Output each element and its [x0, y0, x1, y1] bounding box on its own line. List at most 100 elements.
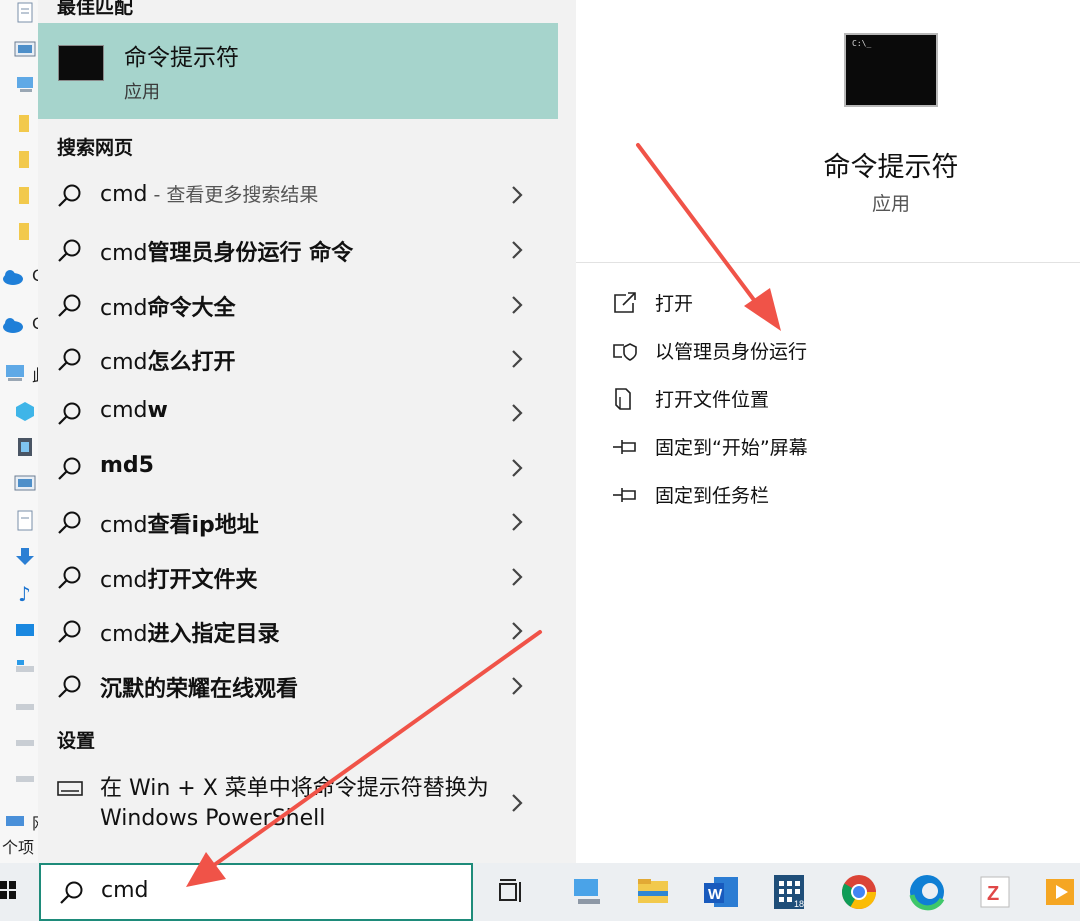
query-suffix: 沉默的荣耀在线观看 — [100, 677, 299, 702]
web-search-item[interactable]: cmd - 查看更多搜索结果 — [38, 168, 576, 222]
drive-icon — [16, 704, 34, 710]
desktop-icon — [16, 624, 34, 636]
search-icon — [58, 239, 81, 262]
task-view-icon[interactable] — [490, 871, 532, 913]
app-z-icon[interactable]: Z — [974, 871, 1016, 913]
web-search-item[interactable]: cmd管理员身份运行 命令 — [38, 223, 576, 277]
pin-icon — [613, 440, 636, 454]
search-icon — [60, 881, 83, 904]
media-player-icon[interactable] — [1040, 871, 1080, 913]
video-icon — [18, 438, 32, 456]
query-prefix: cmd — [100, 513, 148, 538]
download-icon — [16, 548, 34, 565]
start-windows-icon[interactable] — [0, 875, 16, 907]
web-search-label: md5 — [100, 453, 154, 478]
search-icon — [58, 457, 81, 480]
web-search-label: cmdw — [100, 398, 168, 423]
search-results-panel: 最佳匹配 命令提示符 应用 搜索网页 cmd - 查看更多搜索结果 cmd管理员身… — [38, 0, 576, 863]
svg-text:♪: ♪ — [18, 582, 31, 604]
query-suffix: w — [147, 398, 168, 423]
keyboard-settings-icon — [57, 781, 83, 796]
shield-icon — [613, 343, 637, 361]
query-suffix: 查看ip地址 — [147, 513, 259, 538]
chevron-right-icon[interactable] — [508, 511, 526, 533]
query-prefix: cmd — [100, 622, 148, 647]
chevron-right-icon[interactable] — [508, 620, 526, 642]
settings-header: 设置 — [57, 730, 96, 752]
query-suffix: 进入指定目录 — [147, 622, 280, 647]
3d-objects-icon — [16, 402, 34, 421]
open-icon — [614, 292, 636, 313]
web-search-item[interactable]: 沉默的荣耀在线观看 — [38, 659, 576, 713]
svg-text:Z: Z — [987, 883, 999, 905]
chevron-right-icon[interactable] — [508, 294, 526, 316]
computer-icon — [17, 77, 33, 92]
search-icon — [58, 566, 81, 589]
calculator-icon[interactable]: 18 — [768, 871, 810, 913]
web-search-item[interactable]: cmd命令大全 — [38, 278, 576, 332]
settings-result-item[interactable]: 在 Win + X 菜单中将命令提示符替换为 Windows PowerShel… — [38, 764, 576, 842]
chevron-right-icon[interactable] — [508, 566, 526, 588]
computer-icon — [6, 365, 24, 381]
chevron-right-icon[interactable] — [508, 184, 526, 206]
edge-icon[interactable] — [906, 871, 948, 913]
web-search-label: cmd打开文件夹 — [100, 562, 258, 594]
action-label: 固定到“开始”屏幕 — [655, 437, 808, 459]
web-search-item[interactable]: cmd查看ip地址 — [38, 495, 576, 549]
svg-text:18: 18 — [794, 899, 804, 909]
picture-icon — [14, 475, 36, 491]
web-search-label: cmd查看ip地址 — [100, 507, 259, 539]
query-prefix: cmd — [100, 568, 148, 593]
this-pc-icon[interactable] — [566, 871, 608, 913]
web-search-label: cmd - 查看更多搜索结果 — [100, 180, 318, 207]
chevron-right-icon[interactable] — [508, 348, 526, 370]
command-prompt-icon — [58, 45, 104, 81]
best-match-subtitle: 应用 — [124, 82, 160, 103]
query-suffix: 打开文件夹 — [147, 568, 258, 593]
search-icon — [58, 675, 81, 698]
search-icon — [58, 402, 81, 425]
search-icon — [58, 294, 81, 317]
web-search-item[interactable]: cmd进入指定目录 — [38, 604, 576, 658]
web-search-item[interactable]: md5 — [38, 441, 576, 495]
chrome-icon[interactable] — [838, 871, 880, 913]
chevron-right-icon[interactable] — [508, 402, 526, 424]
action-label: 打开文件位置 — [655, 389, 770, 411]
drive-icon — [16, 776, 34, 782]
chevron-right-icon[interactable] — [508, 675, 526, 697]
web-search-label: 沉默的荣耀在线观看 — [100, 671, 298, 703]
query-prefix: cmd — [100, 296, 148, 321]
action-label: 以管理员身份运行 — [655, 341, 808, 363]
best-match-item[interactable]: 命令提示符 应用 — [38, 23, 558, 119]
web-search-header: 搜索网页 — [57, 137, 134, 159]
query-hint: - 查看更多搜索结果 — [147, 184, 319, 206]
web-search-label: cmd管理员身份运行 命令 — [100, 235, 353, 267]
chevron-right-icon[interactable] — [508, 457, 526, 479]
query-suffix: 命令大全 — [147, 296, 236, 321]
chevron-right-icon[interactable] — [508, 792, 526, 814]
web-search-item[interactable]: cmdw — [38, 386, 576, 440]
taskbar-search-input[interactable]: cmd — [39, 863, 473, 921]
query-suffix: 怎么打开 — [147, 350, 236, 375]
prompt-text: C:\_ — [852, 39, 872, 48]
cloud-icon — [3, 270, 23, 285]
divider — [576, 262, 1080, 263]
network-icon — [6, 816, 24, 826]
query-prefix: cmd — [100, 182, 148, 207]
word-icon[interactable]: W — [700, 871, 742, 913]
item-count-fragment: 个项 — [2, 838, 35, 857]
folder-icon — [19, 151, 29, 168]
settings-result-label: 在 Win + X 菜单中将命令提示符替换为 Windows PowerShel… — [100, 776, 489, 831]
app-detail-panel: C:\_ 命令提示符 应用 打开 以管理员身份运行 打开文件位置 固定到“开始”… — [576, 0, 1080, 863]
folder-icon — [19, 223, 29, 240]
web-search-item[interactable]: cmd打开文件夹 — [38, 550, 576, 604]
detail-title: 命令提示符 — [823, 152, 959, 183]
search-icon — [58, 348, 81, 371]
music-icon: ♪ — [18, 582, 31, 604]
file-explorer-icon[interactable] — [632, 871, 674, 913]
taskbar: cmd W 18 Z — [0, 863, 1080, 921]
search-icon — [58, 511, 81, 534]
action-label: 打开 — [655, 293, 694, 315]
web-search-item[interactable]: cmd怎么打开 — [38, 332, 576, 386]
chevron-right-icon[interactable] — [508, 239, 526, 261]
